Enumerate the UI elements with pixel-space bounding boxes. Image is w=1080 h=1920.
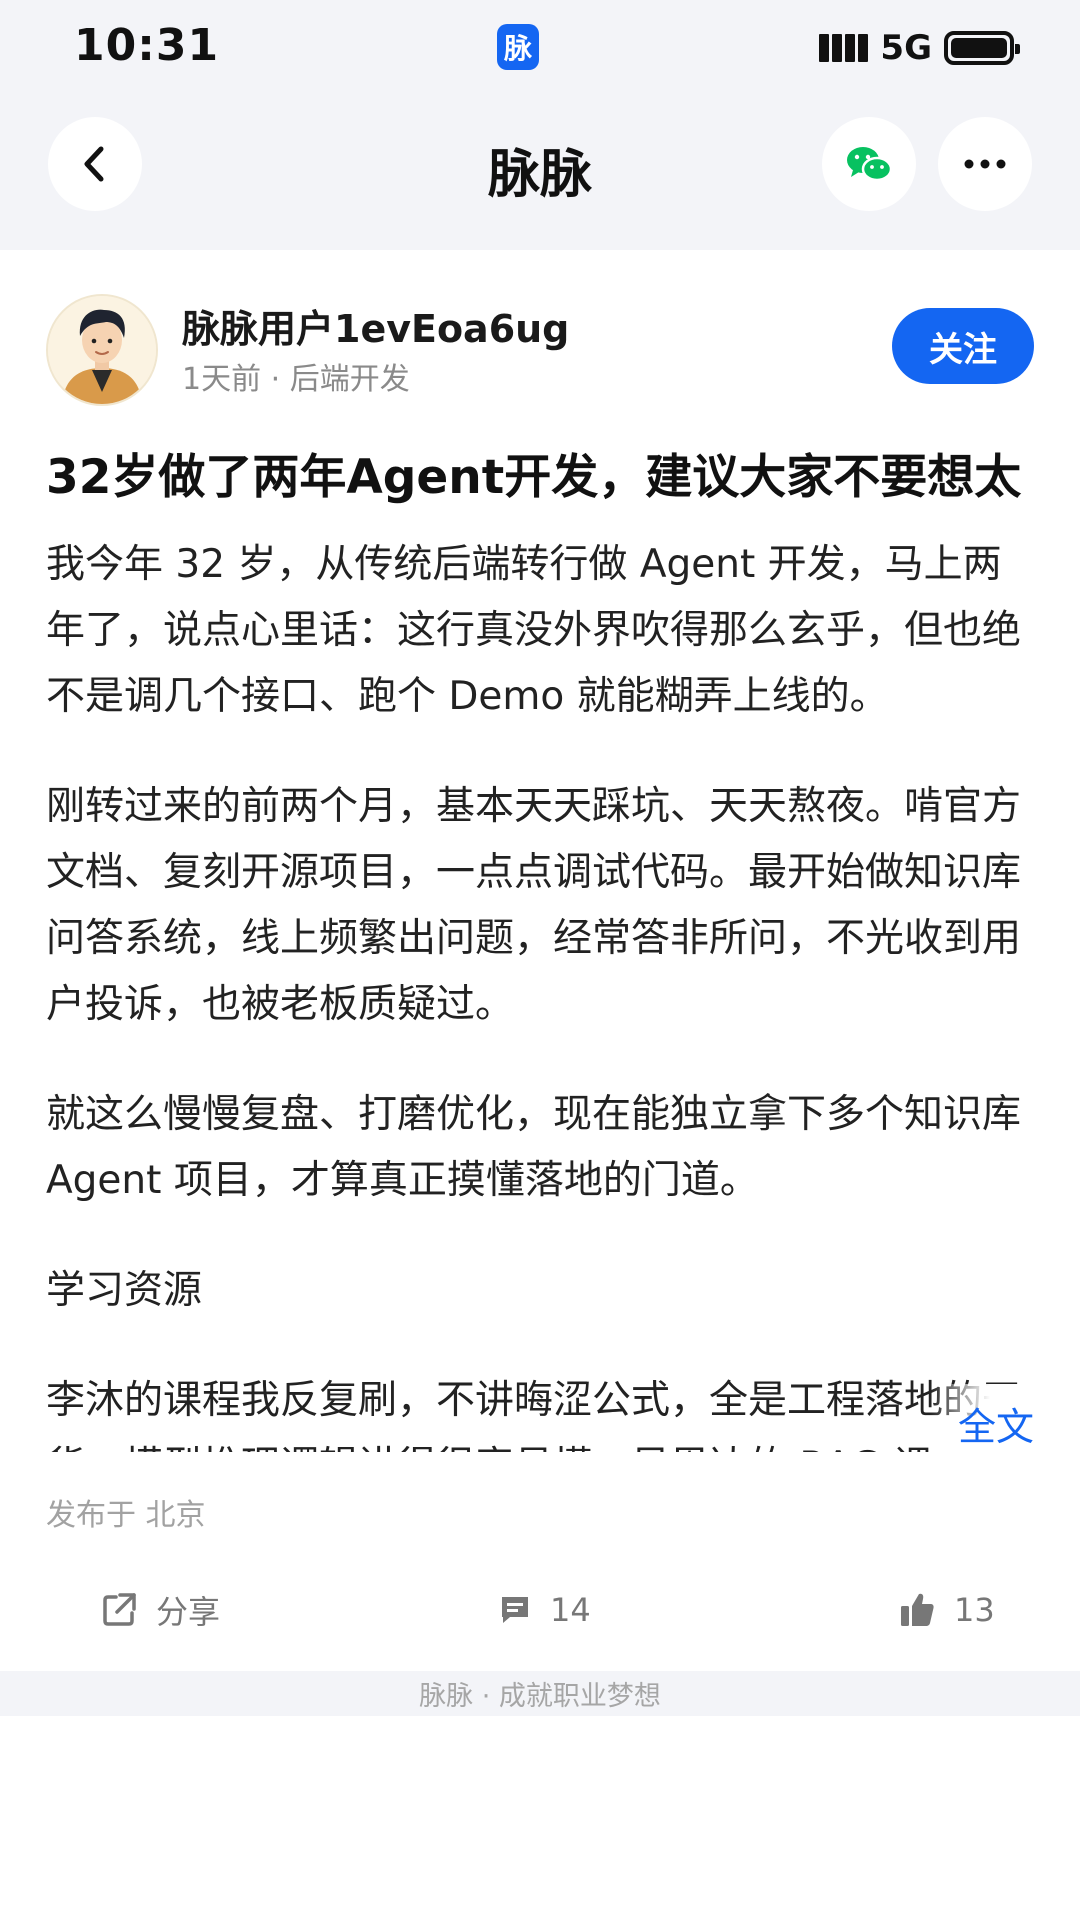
post-paragraph: 刚转过来的前两个月，基本天天踩坑、天天熬夜。啃官方文档、复刻开源项目，一点点调试… — [46, 784, 1022, 1027]
like-button[interactable]: 13 — [898, 1575, 995, 1645]
post-title: 32岁做了两年Agent开发，建议大家不要想太 — [46, 450, 1022, 505]
post-paragraph: 就这么慢慢复盘、打磨优化，现在能独立拿下多个知识库 Agent 项目，才算真正摸… — [46, 1092, 1022, 1203]
status-bar: 10:31 脉 5G — [0, 0, 1080, 100]
status-time: 10:31 — [74, 20, 220, 71]
battery-icon — [944, 31, 1020, 65]
comment-icon — [502, 1597, 528, 1623]
more-button[interactable] — [938, 117, 1032, 211]
avatar-illustration — [48, 296, 156, 404]
share-label: 分享 — [156, 1593, 221, 1631]
follow-button[interactable]: 关注 — [892, 308, 1034, 384]
post-paragraph: 学习资源 — [46, 1268, 203, 1313]
author-row: 脉脉用户1evEoa6ug 1天前 · 后端开发 关注 — [46, 294, 1034, 406]
page-title: 脉脉 — [487, 145, 592, 205]
post-body[interactable]: 我今年 32 岁，从传统后端转行做 Agent 开发，马上两年了，说点心里话：这… — [46, 532, 1036, 1452]
wechat-share-button[interactable] — [822, 117, 916, 211]
more-horizontal-icon — [964, 159, 1006, 169]
publish-location: 发布于 北京 — [46, 1498, 206, 1533]
comment-button[interactable]: 14 — [498, 1575, 591, 1645]
full-text-link[interactable]: 全文 — [958, 1396, 1034, 1451]
footer-tagline: 脉脉 · 成就职业梦想 — [0, 1671, 1080, 1716]
network-label: 5G — [880, 28, 932, 68]
comment-count: 14 — [550, 1591, 591, 1629]
avatar[interactable] — [46, 294, 158, 406]
author-name[interactable]: 脉脉用户1evEoa6ug — [182, 298, 569, 353]
signal-icon — [819, 34, 869, 62]
status-indicators: 5G — [819, 26, 1020, 70]
share-button[interactable]: 分享 — [100, 1575, 220, 1645]
like-count: 13 — [954, 1591, 995, 1629]
post-paragraph: 李沐的课程我反复刷，不讲晦涩公式，全是工程落地的干货，模型推理逻辑讲得很容易懂。… — [46, 1378, 1021, 1452]
post-meta: 1天前 · 后端开发 — [182, 362, 410, 397]
action-bar: 分享 14 13 — [0, 1575, 1080, 1645]
share-icon — [103, 1593, 136, 1626]
nav-bar: 脉脉 — [0, 100, 1080, 250]
post-paragraph: 我今年 32 岁，从传统后端转行做 Agent 开发，马上两年了，说点心里话：这… — [46, 542, 1022, 719]
app-badge-icon: 脉 — [497, 24, 539, 70]
thumbs-up-icon — [901, 1593, 934, 1626]
wechat-icon — [847, 147, 893, 182]
